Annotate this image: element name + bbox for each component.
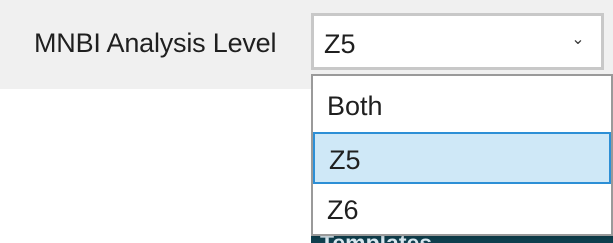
mnbi-analysis-level-dropdown[interactable]: Z5 ⌄ [311, 13, 604, 70]
dropdown-option-z5[interactable]: Z5 [313, 132, 611, 184]
dropdown-option-z6[interactable]: Z6 [313, 184, 611, 236]
selected-value: Z5 [324, 29, 356, 59]
dropdown-option-both[interactable]: Both [313, 80, 611, 132]
mnbi-analysis-level-label: MNBI Analysis Level [34, 28, 277, 58]
dropdown-list: Both Z5 Z6 [311, 74, 613, 236]
chevron-down-icon: ⌄ [571, 31, 585, 48]
